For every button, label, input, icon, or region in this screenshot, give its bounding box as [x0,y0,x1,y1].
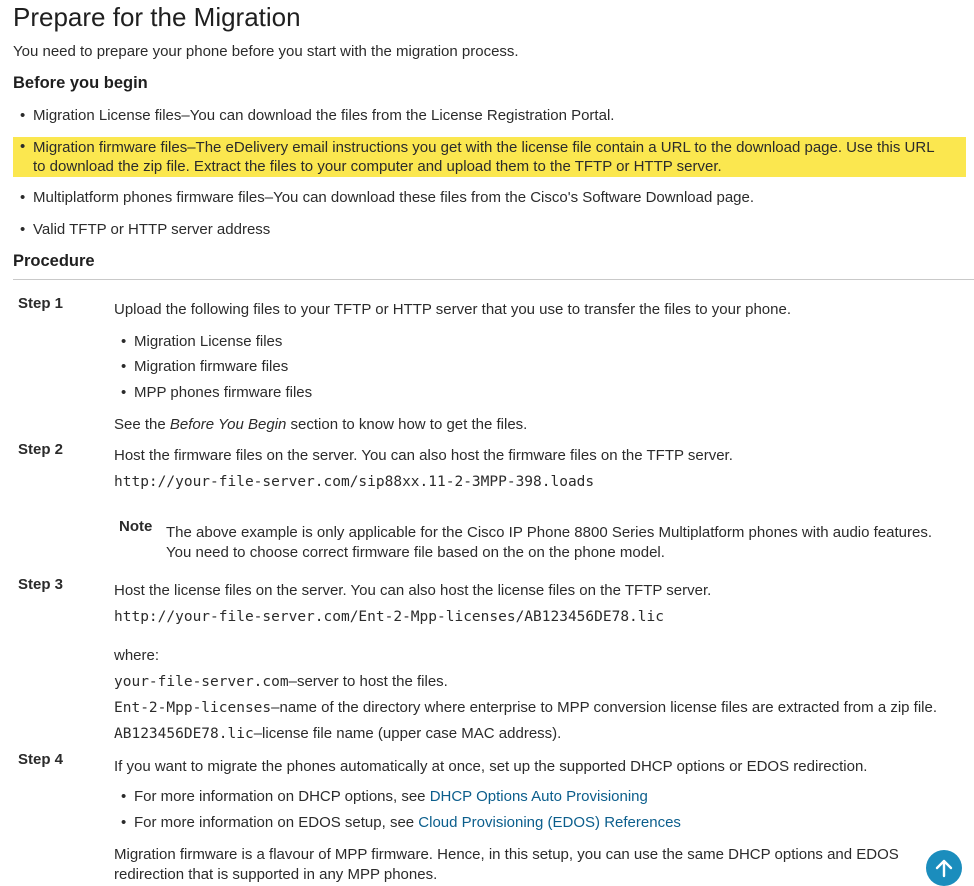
note-text: The above example is only applicable for… [166,524,932,561]
bullet-prefix: For more information on EDOS setup, see [134,814,419,831]
see-emphasis: Before You Begin [169,416,287,433]
step-3-definition: Ent-2-Mpp-licenses–name of the directory… [114,698,937,718]
procedure-divider [13,279,974,280]
definition-desc: –name of the directory where enterprise … [271,699,938,716]
step-4-bullet: For more information on EDOS setup, see … [121,813,681,832]
note-label: Note [119,518,153,535]
step-1-see-note: See the Before You Begin section to know… [114,415,527,434]
see-suffix: section to know how to get the files. [286,416,528,433]
definition-desc: –server to host the files. [288,673,448,690]
step-4-label: Step 4 [18,751,64,768]
step-4-text: If you want to migrate the phones automa… [114,758,868,775]
see-prefix: See the [114,416,170,433]
arrow-up-icon [935,859,953,878]
dhcp-options-link[interactable]: DHCP Options Auto Provisioning [430,788,648,805]
step-4-final-paragraph: Migration firmware is a flavour of MPP f… [114,846,899,883]
procedure-heading: Procedure [13,252,95,270]
step-1-text: Upload the following files to your TFTP … [114,301,791,318]
step-4-bullet: For more information on DHCP options, se… [121,787,648,806]
step-1-bullet: Migration firmware files [121,357,288,376]
step-2-code: http://your-file-server.com/sip88xx.11-2… [114,474,595,490]
bullet-prefix: For more information on DHCP options, se… [134,788,430,805]
definition-term: AB123456DE78.lic [114,726,254,742]
step-3-code: http://your-file-server.com/Ent-2-Mpp-li… [114,609,664,625]
step-3-where: where: [114,647,160,664]
prerequisite-item: Migration License files–You can download… [13,106,614,125]
definition-desc: –license file name (upper case MAC addre… [253,725,562,742]
step-3-label: Step 3 [18,576,64,593]
step-2-text: Host the firmware files on the server. Y… [114,447,733,464]
intro-paragraph: You need to prepare your phone before yo… [13,43,519,60]
prerequisite-item: Multiplatform phones firmware files–You … [13,188,754,207]
step-3-definition: your-file-server.com–server to host the … [114,672,448,692]
step-1-label: Step 1 [18,295,64,312]
step-2-label: Step 2 [18,441,64,458]
page-title: Prepare for the Migration [13,2,301,32]
definition-term: your-file-server.com [114,674,289,690]
step-3-definition: AB123456DE78.lic–license file name (uppe… [114,724,561,744]
step-3-text: Host the license files on the server. Yo… [114,582,712,599]
step-1-bullet: Migration License files [121,332,282,351]
before-you-begin-heading: Before you begin [13,74,148,92]
back-to-top-button[interactable] [926,850,962,886]
edos-references-link[interactable]: Cloud Provisioning (EDOS) References [418,814,681,831]
prerequisite-item: Valid TFTP or HTTP server address [13,220,270,239]
step-1-bullet: MPP phones firmware files [121,383,312,402]
definition-term: Ent-2-Mpp-licenses [114,700,272,716]
prerequisite-item-highlighted: Migration firmware files–The eDelivery e… [13,137,966,177]
